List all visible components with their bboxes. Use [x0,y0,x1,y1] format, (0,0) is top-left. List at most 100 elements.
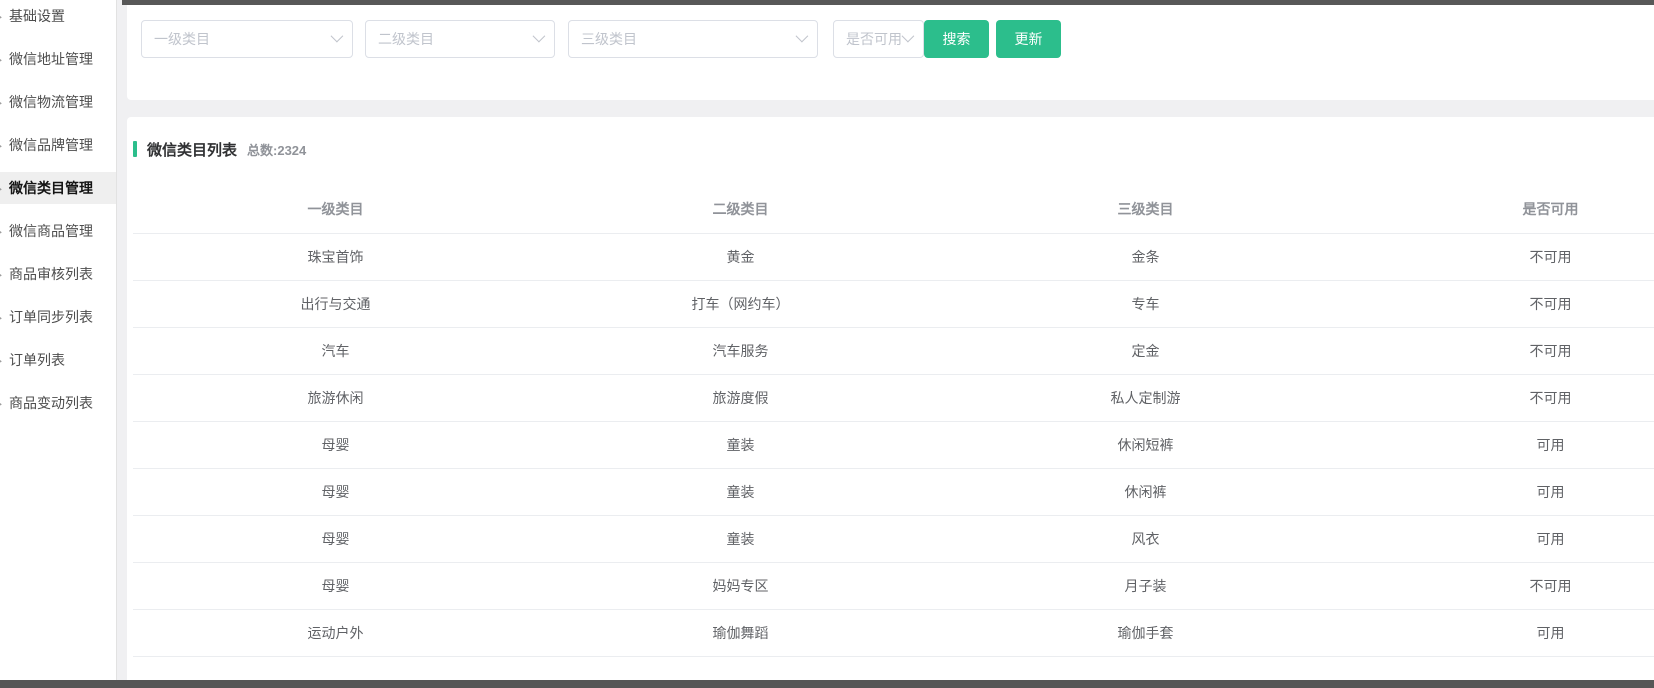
cell-availability: 不可用 [1348,576,1654,596]
table-row: 母婴 童装 休闲短裤 可用 [133,422,1654,469]
cell-level2-category: 妈妈专区 [538,576,943,596]
select-placeholder: 三级类目 [581,29,637,49]
cell-level2-category: 童装 [538,482,943,502]
sidebar-item[interactable]: → 商品变动列表 [0,387,116,419]
cell-level3-category: 瑜伽手套 [943,623,1348,643]
sidebar-item-label: 微信类目管理 [9,178,93,198]
cell-level2-category: 旅游度假 [538,388,943,408]
arrow-icon: → [0,10,4,22]
table-row: 汽车 汽车服务 定金 不可用 [133,328,1654,375]
arrow-icon: → [0,311,4,323]
table-body: 珠宝首饰 黄金 金条 不可用 出行与交通 打车（网约车） 专车 不可用 汽车 [133,234,1654,657]
cell-level3-category: 休闲裤 [943,482,1348,502]
table-row: 运动户外 瑜伽舞蹈 瑜伽手套 可用 [133,610,1654,657]
sidebar-item[interactable]: → 微信商品管理 [0,215,116,247]
select-placeholder: 是否可用 [846,29,902,49]
cell-level1-category: 母婴 [133,576,538,596]
table-row: 母婴 妈妈专区 月子装 不可用 [133,563,1654,610]
sidebar-item-label: 微信物流管理 [9,92,93,112]
table-header-cell: 三级类目 [943,199,1348,219]
chevron-down-icon [796,29,809,42]
arrow-icon: → [0,53,4,65]
filter-selects: 一级类目 二级类目 三级类目 是否可用 [141,20,924,58]
cell-level1-category: 珠宝首饰 [133,247,538,267]
cell-level3-category: 月子装 [943,576,1348,596]
cell-availability: 不可用 [1348,247,1654,267]
cell-level2-category: 童装 [538,435,943,455]
cell-level1-category: 汽车 [133,341,538,361]
table-header-cell: 二级类目 [538,199,943,219]
table-row: 珠宝首饰 黄金 金条 不可用 [133,234,1654,281]
update-button[interactable]: 更新 [996,20,1061,58]
cell-level3-category: 专车 [943,294,1348,314]
arrow-icon: → [0,397,4,409]
arrow-icon: → [0,268,4,280]
arrow-icon: → [0,139,4,151]
search-button[interactable]: 搜索 [924,20,989,58]
main-content: 一级类目 二级类目 三级类目 是否可用 搜索 更新 [118,0,1654,688]
cell-level2-category: 瑜伽舞蹈 [538,623,943,643]
cell-availability: 可用 [1348,529,1654,549]
sidebar-item-label: 基础设置 [9,6,65,26]
table-row: 旅游休闲 旅游度假 私人定制游 不可用 [133,375,1654,422]
table-header-row: 一级类目 二级类目 三级类目 是否可用 [133,185,1654,234]
panel-title-row: 微信类目列表 总数:2324 [133,137,1654,161]
select-placeholder: 二级类目 [378,29,434,49]
cell-level1-category: 出行与交通 [133,294,538,314]
cell-level2-category: 打车（网约车） [538,294,943,314]
sidebar-item-label: 微信品牌管理 [9,135,93,155]
sidebar-item-label: 商品变动列表 [9,393,93,413]
table-row: 出行与交通 打车（网约车） 专车 不可用 [133,281,1654,328]
table-row: 母婴 童装 休闲裤 可用 [133,469,1654,516]
cell-level3-category: 金条 [943,247,1348,267]
cell-availability: 可用 [1348,623,1654,643]
chevron-down-icon [331,29,344,42]
filter-select[interactable]: 二级类目 [365,20,555,58]
cell-level3-category: 私人定制游 [943,388,1348,408]
sidebar-item-label: 微信地址管理 [9,49,93,69]
sidebar-item[interactable]: → 订单列表 [0,344,116,376]
sidebar-item[interactable]: → 微信物流管理 [0,86,116,118]
cell-level3-category: 休闲短裤 [943,435,1348,455]
sidebar-item[interactable]: → 微信地址管理 [0,43,116,75]
cell-level3-category: 风衣 [943,529,1348,549]
page-title: 微信类目列表 [147,139,237,160]
filter-select[interactable]: 一级类目 [141,20,353,58]
sidebar-item-label: 订单列表 [9,350,65,370]
arrow-icon: → [0,354,4,366]
table-header-cell: 一级类目 [133,199,538,219]
arrow-icon: → [0,182,4,194]
cell-level3-category: 定金 [943,341,1348,361]
sidebar: → 基础设置 → 微信地址管理 → 微信物流管理 → 微信品牌管理 → 微信类目… [0,0,117,688]
sidebar-item[interactable]: → 商品审核列表 [0,258,116,290]
select-placeholder: 一级类目 [154,29,210,49]
cell-level1-category: 母婴 [133,435,538,455]
cell-availability: 可用 [1348,482,1654,502]
chevron-down-icon [902,29,915,42]
cell-level2-category: 黄金 [538,247,943,267]
sidebar-item-label: 商品审核列表 [9,264,93,284]
cell-level1-category: 母婴 [133,529,538,549]
table-header-cell: 是否可用 [1348,199,1654,219]
sidebar-item[interactable]: → 订单同步列表 [0,301,116,333]
arrow-icon: → [0,96,4,108]
sidebar-item[interactable]: → 基础设置 [0,0,116,32]
arrow-icon: → [0,225,4,237]
cell-level2-category: 童装 [538,529,943,549]
cell-level1-category: 母婴 [133,482,538,502]
sidebar-item[interactable]: → 微信类目管理 [0,172,116,204]
sidebar-item-label: 订单同步列表 [9,307,93,327]
filter-select[interactable]: 是否可用 [833,20,924,58]
cell-level1-category: 旅游休闲 [133,388,538,408]
sidebar-item[interactable]: → 微信品牌管理 [0,129,116,161]
cell-availability: 不可用 [1348,294,1654,314]
category-panel: 微信类目列表 总数:2324 一级类目 二级类目 三级类目 是否可用 珠宝 [127,117,1654,688]
bottom-scrollbar[interactable] [0,680,1654,688]
cell-availability: 不可用 [1348,341,1654,361]
top-scrollbar[interactable] [122,0,1654,5]
filter-select[interactable]: 三级类目 [568,20,818,58]
chevron-down-icon [533,29,546,42]
cell-level1-category: 运动户外 [133,623,538,643]
sidebar-item-label: 微信商品管理 [9,221,93,241]
cell-level2-category: 汽车服务 [538,341,943,361]
